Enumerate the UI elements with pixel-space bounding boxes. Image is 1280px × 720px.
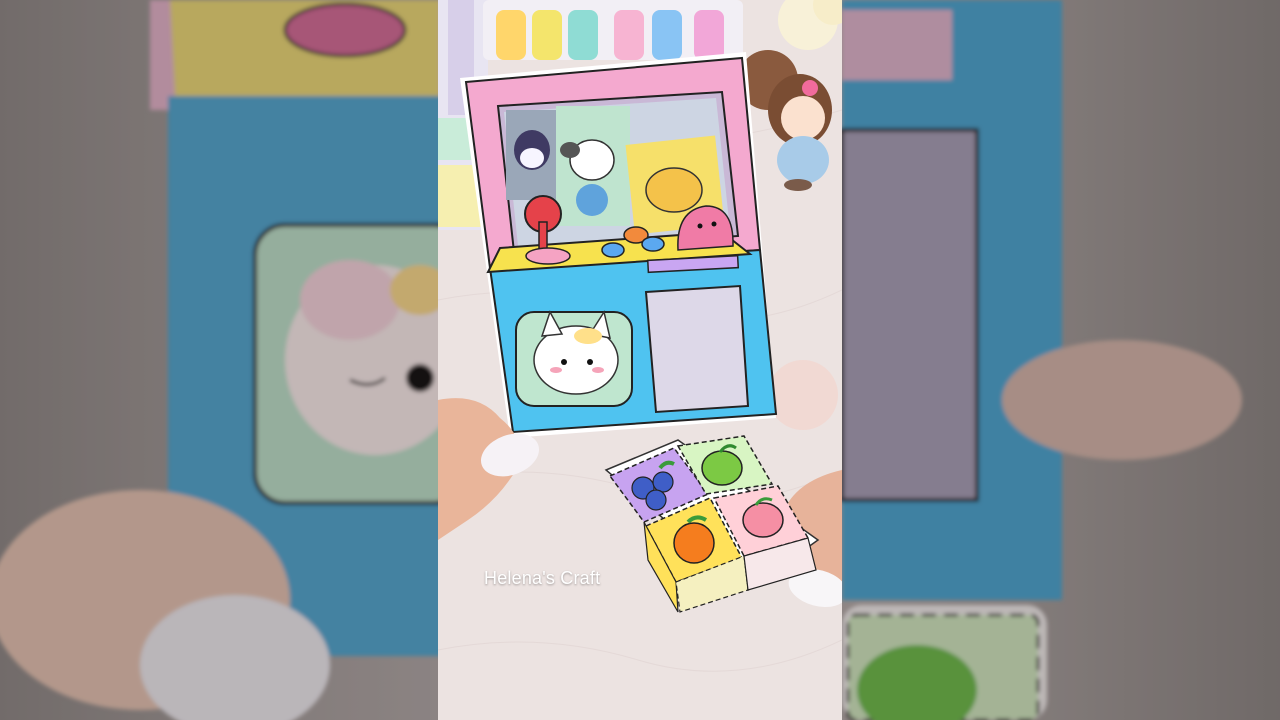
photo-main — [438, 0, 842, 720]
blurred-background-left — [0, 0, 438, 720]
blurred-background-right — [842, 0, 1280, 720]
claw-machine-icon — [460, 52, 778, 438]
blurred-machine-right-icon — [842, 0, 1242, 720]
video-frame: Helena's Craft — [0, 0, 1280, 720]
watermark-text: Helena's Craft — [484, 568, 601, 588]
blurred-machine-left-icon — [0, 0, 438, 720]
craft-photo-illustration — [438, 0, 842, 720]
